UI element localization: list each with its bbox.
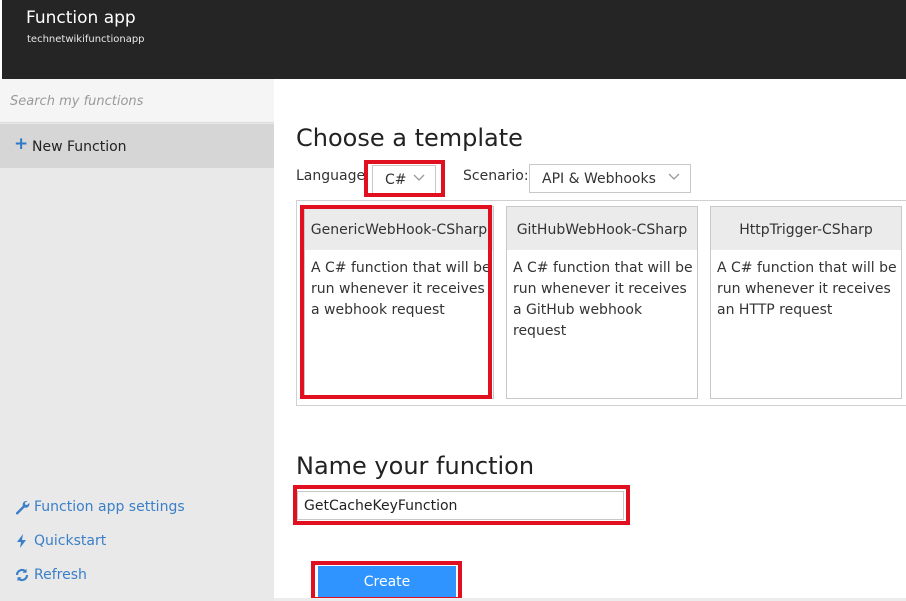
language-label: Language [296,168,366,184]
app-title: Function app [26,8,136,28]
choose-template-heading: Choose a template [296,124,523,152]
lightning-icon [17,534,26,548]
template-card-httptrigger[interactable]: HttpTrigger-CSharp A C# function that wi… [710,206,902,399]
new-function-item[interactable]: + New Function [0,124,274,168]
template-description: A C# function that will be run whenever … [311,260,491,318]
top-bar-edge [0,0,2,79]
plus-icon: + [14,134,29,154]
template-card-header: HttpTrigger-CSharp [711,207,901,250]
template-description: A C# function that will be run whenever … [717,260,897,318]
template-card-genericwebhook[interactable]: GenericWebHook-CSharp A C# function that… [304,206,494,399]
refresh-label: Refresh [34,567,87,583]
app-subtitle: technetwikifunctionapp [27,34,145,45]
template-card-header: GenericWebHook-CSharp [305,207,493,250]
function-app-settings-label: Function app settings [34,499,185,515]
scenario-selected-value: API & Webhooks [542,171,656,187]
top-bar: Function app technetwikifunctionapp [0,0,906,79]
language-select[interactable]: C# [372,165,436,194]
template-name: GenericWebHook-CSharp [310,222,488,238]
template-name: GitHubWebHook-CSharp [516,222,688,238]
template-description: A C# function that will be run whenever … [513,260,693,339]
new-function-label: New Function [32,139,127,155]
language-selected-value: C# [385,172,407,188]
scenario-label: Scenario: [463,168,529,184]
function-name-input[interactable] [297,491,624,520]
quickstart-label: Quickstart [34,533,107,549]
template-name: HttpTrigger-CSharp [739,222,873,238]
sidebar: + New Function Function app settings Qui… [0,79,274,601]
search-input[interactable] [0,79,274,123]
chevron-down-icon [413,174,425,181]
template-card-githubwebhook[interactable]: GitHubWebHook-CSharp A C# function that … [506,206,698,399]
refresh-icon [15,568,29,582]
create-button[interactable]: Create [318,566,456,598]
scenario-select[interactable]: API & Webhooks [529,164,691,193]
chevron-down-icon [668,173,680,180]
template-card-header: GitHubWebHook-CSharp [507,207,697,250]
search-box [0,79,274,123]
wrench-icon [15,500,30,515]
name-function-heading: Name your function [296,452,535,480]
